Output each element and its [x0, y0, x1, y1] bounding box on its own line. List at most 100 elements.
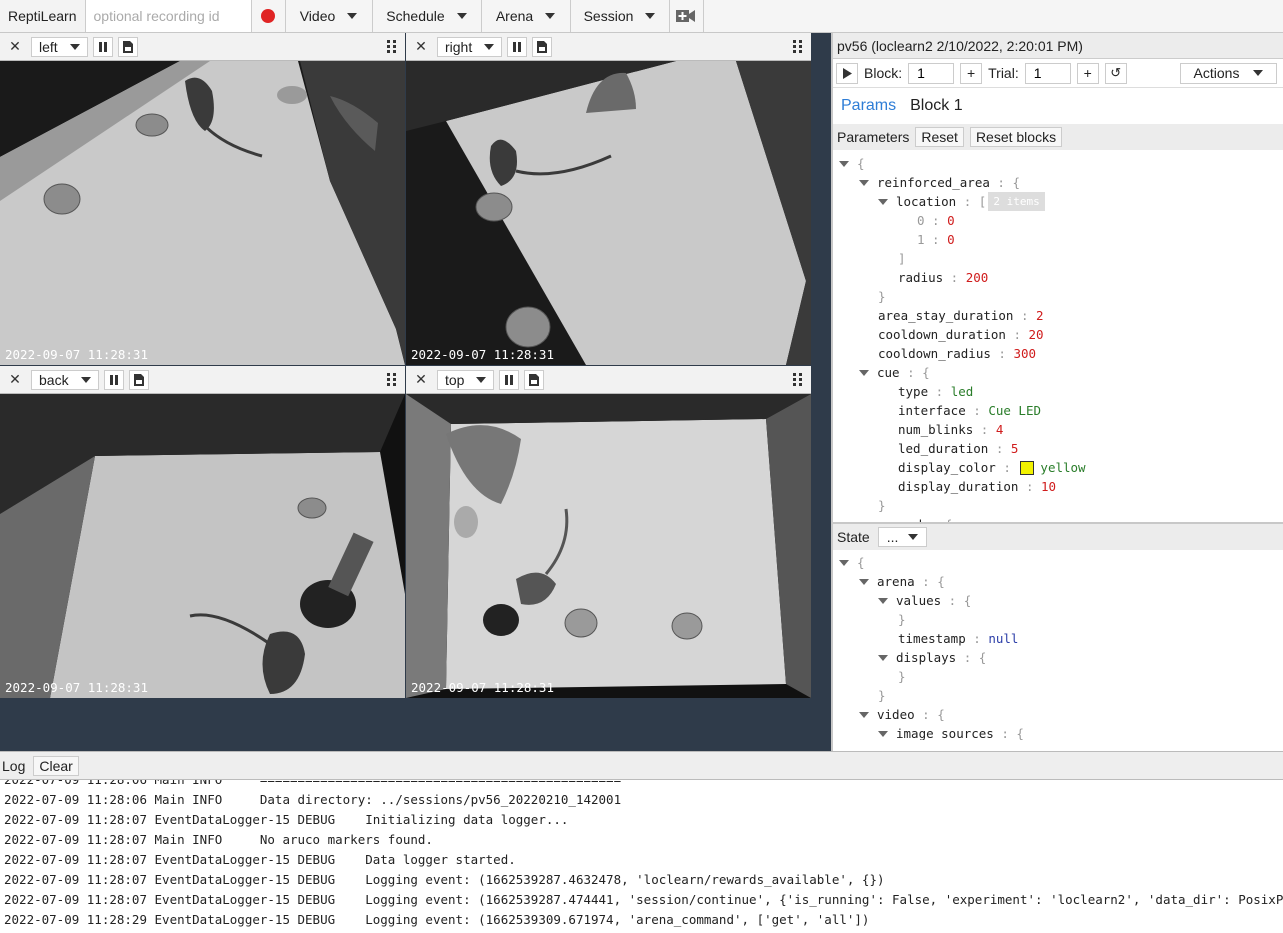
snapshot-icon[interactable]: [128, 369, 149, 390]
camera-select[interactable]: right: [437, 36, 503, 57]
reset-trial-button[interactable]: ↺: [1104, 62, 1127, 84]
pause-icon[interactable]: [499, 369, 520, 390]
pause-icon[interactable]: [103, 369, 124, 390]
snapshot-icon[interactable]: [532, 36, 553, 57]
app-name: ReptiLearn: [0, 0, 86, 32]
state-select[interactable]: ...: [877, 527, 928, 547]
color-swatch[interactable]: [1020, 460, 1035, 475]
json-value: 10: [1041, 479, 1057, 494]
collapse-toggle-icon[interactable]: [859, 369, 869, 376]
tab-block-1[interactable]: Block 1: [910, 97, 962, 115]
play-button[interactable]: [836, 62, 858, 84]
collapse-toggle-icon[interactable]: [878, 198, 888, 205]
camera-select[interactable]: top: [437, 369, 495, 390]
arena-menu-label: Arena: [495, 8, 534, 24]
camera-select[interactable]: back: [31, 369, 99, 390]
pause-icon[interactable]: [92, 36, 113, 57]
video-camera-icon: [676, 10, 695, 22]
tab-params[interactable]: Params: [841, 97, 896, 115]
session-tabs: Params Block 1: [833, 88, 1283, 124]
plus-icon: +: [967, 65, 976, 81]
recording-id-input[interactable]: [85, 0, 252, 32]
video-menu[interactable]: Video: [286, 0, 373, 32]
timestamp: 2022-09-07 11:28:31: [411, 347, 554, 362]
block-label: Block:: [864, 65, 903, 81]
pane-toolbar: ✕ left: [0, 33, 405, 61]
trial-input[interactable]: [1024, 62, 1071, 84]
json-key: num_blinks: [898, 422, 974, 437]
json-value: 5: [1010, 441, 1019, 456]
log-label: Log: [2, 757, 26, 774]
collapse-toggle-icon[interactable]: [878, 730, 888, 737]
add-trial-button[interactable]: +: [1076, 62, 1099, 84]
collapse-toggle-icon[interactable]: [859, 521, 869, 522]
close-icon[interactable]: ✕: [410, 370, 432, 390]
record-button[interactable]: [252, 0, 286, 32]
actions-label: Actions: [1193, 65, 1240, 81]
close-icon[interactable]: ✕: [410, 37, 432, 57]
collapse-toggle-icon[interactable]: [839, 559, 849, 566]
log-line: 2022-07-09 11:28:07 EventDataLogger-15 D…: [4, 852, 516, 867]
json-key: values: [896, 593, 942, 608]
log-line: 2022-07-09 11:28:06 Main INFO Data direc…: [4, 792, 622, 807]
snapshot-icon[interactable]: [117, 36, 138, 57]
state-header: State ...: [833, 522, 1283, 550]
json-key: reward: [877, 515, 922, 522]
session-menu[interactable]: Session: [571, 0, 670, 32]
json-key: timestamp: [898, 631, 966, 646]
chevron-down-icon: [456, 13, 467, 19]
json-value: 0: [947, 232, 955, 247]
add-block-button[interactable]: +: [960, 62, 983, 84]
json-key: arena: [877, 574, 915, 589]
camera-select[interactable]: left: [31, 36, 88, 57]
log-line: 2022-07-09 11:28:06 Main INFO ==========…: [0, 780, 1283, 790]
add-video-button[interactable]: [670, 0, 704, 32]
block-input[interactable]: [908, 62, 955, 84]
arena-menu[interactable]: Arena: [482, 0, 571, 32]
json-value: 4: [995, 422, 1004, 437]
actions-menu[interactable]: Actions: [1180, 62, 1277, 84]
log-line: 2022-07-09 11:28:07 EventDataLogger-15 D…: [4, 892, 1283, 907]
video-menu-label: Video: [299, 8, 336, 24]
schedule-menu[interactable]: Schedule: [373, 0, 482, 32]
parameters-label: Parameters: [837, 129, 910, 145]
json-value: 300: [1013, 346, 1037, 361]
trial-label: Trial:: [988, 65, 1019, 81]
close-icon[interactable]: ✕: [4, 370, 26, 390]
collapse-toggle-icon[interactable]: [839, 160, 849, 167]
collapse-toggle-icon[interactable]: [878, 654, 888, 661]
log-output[interactable]: 2022-07-09 11:28:06 Main INFO ==========…: [0, 780, 1283, 933]
reset-button[interactable]: Reset: [915, 127, 964, 147]
json-key: video: [877, 707, 915, 722]
json-key: interface: [898, 403, 966, 418]
drag-handle-icon[interactable]: [387, 373, 397, 386]
pause-icon[interactable]: [507, 36, 528, 57]
log-line: 2022-07-09 11:28:07 EventDataLogger-15 D…: [4, 812, 569, 827]
chevron-down-icon: [545, 13, 556, 19]
json-index: 1: [917, 232, 925, 247]
collapse-toggle-icon[interactable]: [859, 179, 869, 186]
video-pane-back: ✕ back 2022-09-07 11:28:31: [0, 366, 405, 698]
timestamp: 2022-09-07 11:28:31: [411, 680, 554, 695]
collapse-toggle-icon[interactable]: [878, 597, 888, 604]
plus-icon: +: [1083, 65, 1092, 81]
snapshot-icon[interactable]: [524, 369, 545, 390]
params-json-tree: { reinforced_area : { location : [2 item…: [833, 150, 1283, 522]
clear-log-button[interactable]: Clear: [33, 755, 79, 776]
json-key: location: [896, 194, 957, 209]
chevron-down-icon: [484, 43, 495, 50]
camera-select-label: right: [445, 38, 473, 55]
camera-feed-left: 2022-09-07 11:28:31: [0, 61, 405, 365]
drag-handle-icon[interactable]: [793, 40, 803, 53]
chevron-down-icon: [80, 376, 91, 383]
close-icon[interactable]: ✕: [4, 37, 26, 57]
drag-handle-icon[interactable]: [793, 373, 803, 386]
json-key: display_duration: [898, 479, 1019, 494]
drag-handle-icon[interactable]: [387, 40, 397, 53]
collapse-toggle-icon[interactable]: [859, 711, 869, 718]
collapse-toggle-icon[interactable]: [859, 578, 869, 585]
json-value: 20: [1028, 327, 1044, 342]
json-key: image_sources: [896, 726, 994, 740]
reset-blocks-button[interactable]: Reset blocks: [969, 127, 1063, 147]
timestamp: 2022-09-07 11:28:31: [5, 347, 148, 362]
